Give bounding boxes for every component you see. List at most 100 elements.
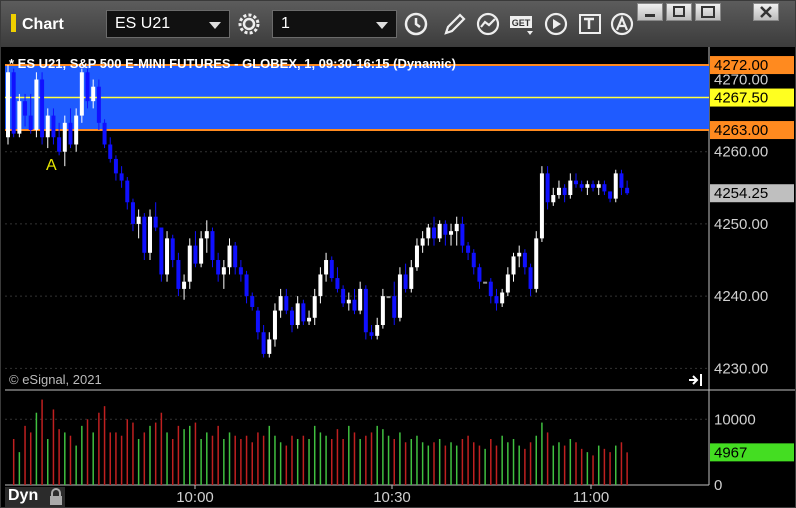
- candle-body: [153, 216, 158, 228]
- candle-body: [392, 296, 397, 318]
- candle-body: [397, 274, 402, 318]
- candle-body: [204, 231, 209, 239]
- candle-body: [28, 115, 33, 131]
- candle-body: [261, 332, 266, 354]
- candle-body: [227, 245, 232, 268]
- candle-body: [437, 223, 442, 239]
- price-tick-label: 4260.00: [714, 144, 768, 161]
- candle-body: [272, 310, 277, 340]
- candle-body: [358, 288, 363, 311]
- candle-body: [534, 238, 539, 289]
- candle-body: [295, 303, 300, 326]
- candle-body: [324, 260, 329, 275]
- candle-body: [34, 79, 39, 131]
- candle-body: [165, 238, 170, 275]
- candle-body: [562, 187, 567, 196]
- candle-body: [68, 122, 73, 145]
- candle-body: [51, 115, 56, 138]
- candle-body: [301, 303, 306, 322]
- annotation-a[interactable]: A: [46, 157, 57, 174]
- candle-body: [216, 260, 221, 275]
- candle-body: [113, 158, 118, 174]
- candle-body: [267, 339, 272, 354]
- candle-body: [23, 101, 28, 116]
- candle-body: [45, 115, 50, 138]
- candle-body: [579, 184, 584, 188]
- volume-label-text: Dyn: [8, 487, 39, 504]
- candle-body: [159, 227, 164, 275]
- candle-body: [119, 173, 124, 181]
- price-label-last: 4254.25: [714, 185, 768, 202]
- candle-body: [619, 173, 624, 188]
- candle-body: [466, 245, 471, 253]
- time-tick-label: 11:00: [573, 489, 609, 506]
- candle-body: [335, 278, 340, 289]
- candle-body: [148, 216, 152, 253]
- candle-body: [176, 260, 181, 289]
- volume-tick-label: 0: [714, 477, 722, 494]
- time-tick-label: 10:00: [176, 489, 214, 506]
- candle-body: [341, 288, 346, 304]
- candle-body: [238, 267, 243, 275]
- time-tick-label: 10:30: [373, 489, 411, 506]
- candle-body: [591, 184, 596, 188]
- price-labels: 4272.00 4267.50 4263.00 4254.25 4967: [710, 56, 794, 462]
- candle-body: [568, 180, 573, 196]
- candle-body: [96, 86, 101, 123]
- candle-body: [187, 245, 192, 282]
- candle-body: [79, 72, 84, 116]
- candle-body: [471, 252, 476, 268]
- candle-body: [346, 299, 351, 304]
- candle-body: [278, 296, 283, 311]
- candle-body: [613, 173, 618, 199]
- candle-body: [414, 245, 419, 268]
- candle-body: [528, 267, 533, 289]
- candle-body: [539, 173, 544, 239]
- lock-icon[interactable]: [47, 487, 67, 507]
- candle-body: [312, 296, 317, 318]
- volume-last-label: 4967: [714, 444, 747, 461]
- candle-body: [585, 184, 590, 188]
- volume-tick-label: 10000: [714, 411, 756, 428]
- price-tick-label: 4240.00: [714, 288, 768, 305]
- candle-body: [250, 296, 255, 307]
- candle-body: [556, 187, 561, 196]
- scroll-to-end-icon[interactable]: [689, 374, 702, 386]
- candle-body: [369, 332, 374, 336]
- candle-body: [449, 231, 454, 235]
- candle-body: [477, 267, 482, 282]
- price-tick-label: 4230.00: [714, 360, 768, 377]
- candle-body: [210, 231, 215, 261]
- price-tick-label: 4250.00: [714, 216, 768, 233]
- candle-body: [426, 227, 431, 239]
- candle-body: [170, 238, 175, 261]
- candle-body: [74, 115, 79, 145]
- candle-body: [363, 288, 368, 333]
- candle-body: [329, 260, 334, 279]
- price-zone[interactable]: [5, 64, 709, 132]
- candle-body: [432, 227, 436, 239]
- price-chart[interactable]: 4270.004260.004250.004240.004230.0010000…: [1, 1, 795, 507]
- candle-body: [221, 267, 226, 275]
- candle-body: [193, 245, 198, 264]
- candle-body: [551, 195, 556, 203]
- volume-pane-label[interactable]: Dyn: [5, 487, 65, 507]
- candle-body: [91, 86, 96, 102]
- candle-body: [409, 267, 414, 289]
- candle-body: [142, 216, 147, 253]
- candle-body: [62, 122, 67, 152]
- candle-body: [182, 281, 187, 289]
- candle-body: [233, 245, 238, 268]
- price-label-zone: 4263.00: [714, 122, 768, 139]
- candle-body: [11, 72, 16, 134]
- candle-body: [494, 296, 499, 304]
- candle-body: [40, 79, 45, 138]
- candle-body: [244, 274, 249, 297]
- candle-body: [125, 180, 130, 203]
- candle-body: [284, 296, 289, 311]
- candle-body: [483, 281, 488, 284]
- candle-body: [307, 317, 312, 322]
- time-axis[interactable]: 10:00 10:30 11:00: [176, 485, 609, 506]
- candle-body: [602, 184, 607, 192]
- candle-body: [108, 144, 113, 159]
